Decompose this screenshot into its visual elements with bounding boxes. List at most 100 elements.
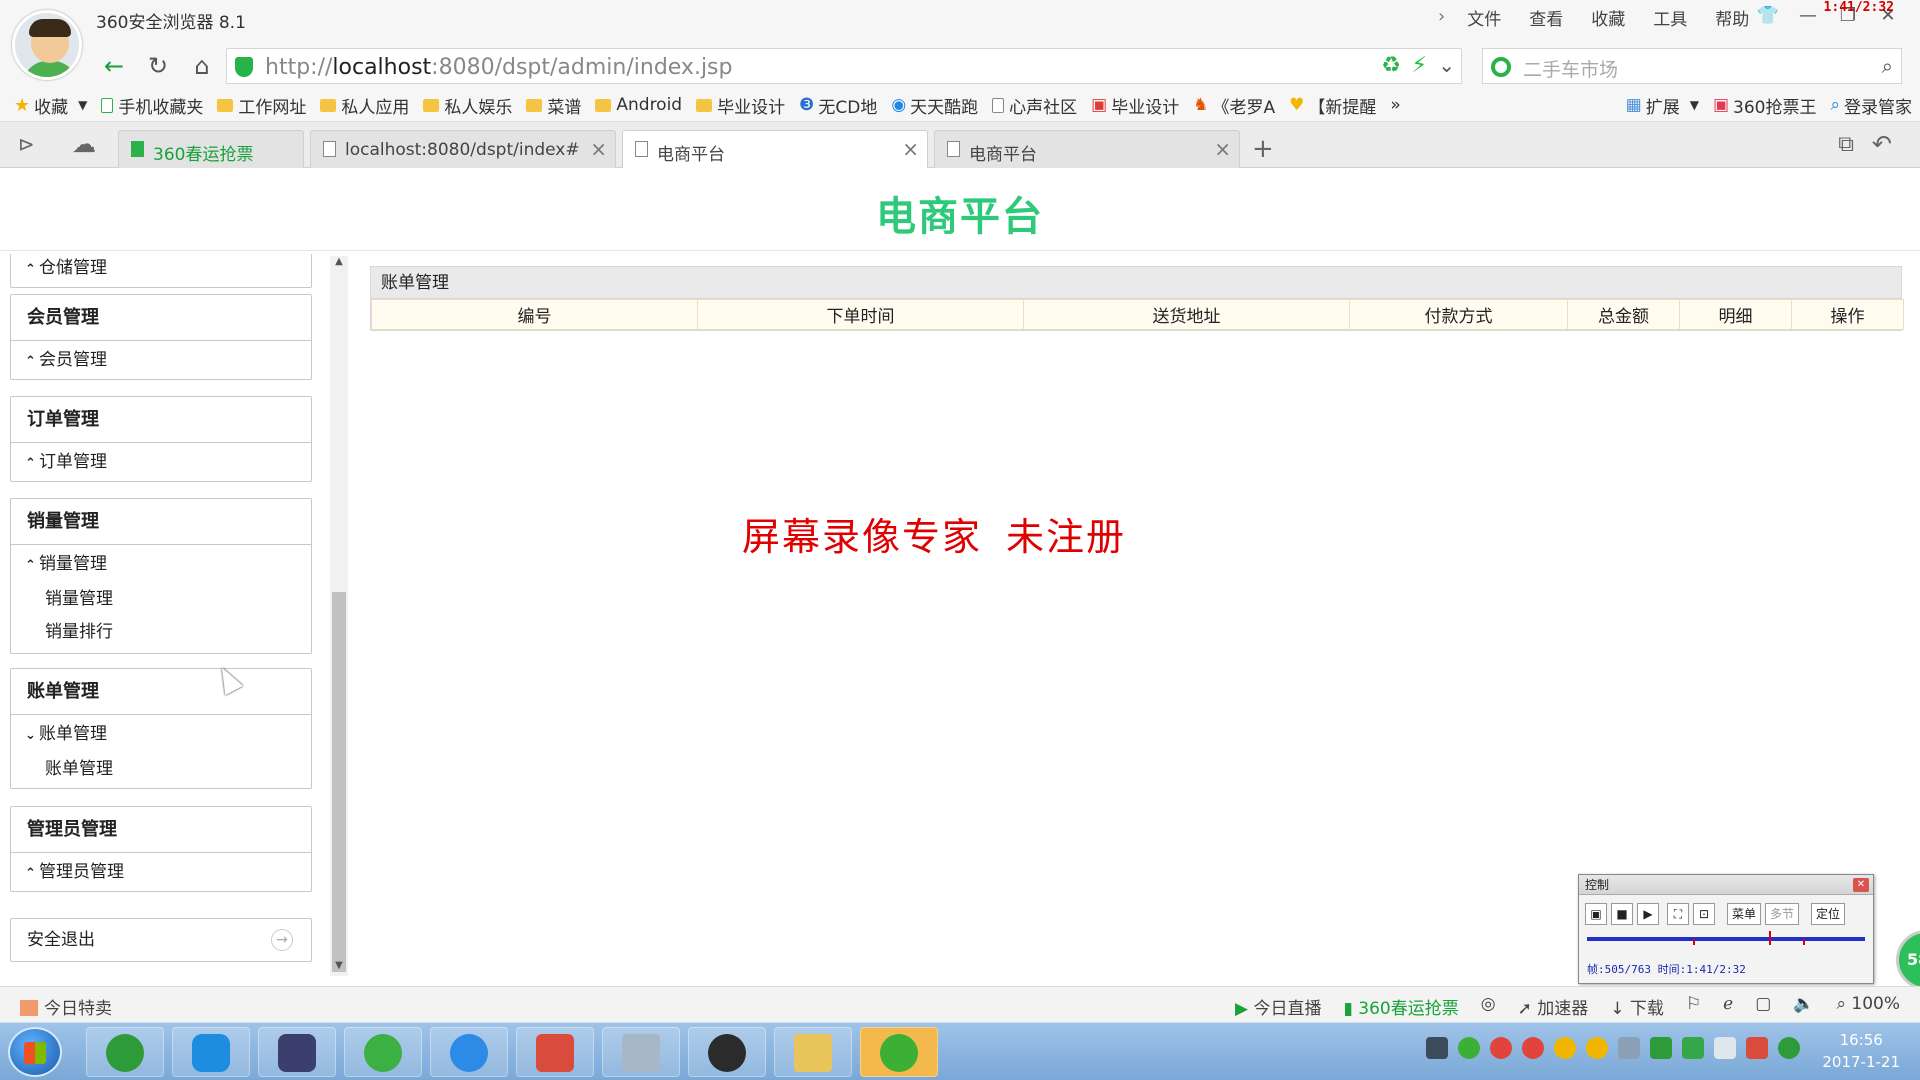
undo-close-icon[interactable]: ↶ — [1872, 130, 1892, 158]
wechat-icon[interactable] — [1458, 1037, 1480, 1059]
search-input[interactable]: 二手车市场 — [1523, 55, 1618, 82]
bookmark-site[interactable]: ◉ 天天酷跑 — [891, 92, 978, 118]
volume-icon[interactable]: 🔈 — [1793, 994, 1814, 1019]
search-icon[interactable]: ⌕ — [1882, 54, 1893, 78]
bookmark-site[interactable]: ▣ 毕业设计 — [1091, 92, 1179, 118]
bookmark-site[interactable]: ❸ 无CD地 — [799, 92, 877, 118]
fullscreen-icon[interactable]: ⛶ — [1667, 903, 1689, 925]
history-icon[interactable]: ◎ — [1481, 994, 1496, 1019]
refresh-icon[interactable]: ↻ — [142, 50, 174, 82]
logout-button[interactable]: 安全退出 → — [10, 918, 312, 962]
tray-icon[interactable] — [1426, 1037, 1448, 1059]
qq-icon[interactable] — [1522, 1037, 1544, 1059]
bookmark-folder[interactable]: 菜谱 — [526, 92, 581, 118]
menu-favorites[interactable]: 收藏 — [1577, 6, 1639, 34]
sidebar-toggle-icon[interactable]: ⊳ — [18, 132, 35, 156]
home-icon[interactable]: ⌂ — [186, 50, 218, 82]
taskbar-app-cloud[interactable] — [172, 1027, 250, 1077]
zoom-control[interactable]: ⌕ 100% — [1836, 994, 1900, 1019]
sidebar-item-storage[interactable]: ⌃ 仓储管理 — [11, 254, 311, 287]
panel-header[interactable]: 账单管理 — [11, 669, 311, 715]
extensions-button[interactable]: ▦ 扩展 ▼ — [1626, 92, 1699, 118]
multi-section-button[interactable]: 多节 — [1765, 903, 1800, 925]
bookmark-folder[interactable]: Android — [595, 92, 682, 118]
locate-button[interactable]: 定位 — [1811, 903, 1846, 925]
bookmark-site[interactable]: ♥ 【新提醒 — [1289, 92, 1376, 118]
new-tab-button[interactable]: + — [1252, 134, 1274, 164]
close-tab-icon[interactable]: × — [590, 137, 607, 161]
scroll-thumb[interactable] — [332, 592, 346, 972]
menu-tools[interactable]: 工具 — [1639, 6, 1701, 34]
play-icon[interactable]: ▣ — [1585, 903, 1607, 925]
taskbar-app-browser[interactable] — [344, 1027, 422, 1077]
window-icon[interactable]: ▢ — [1755, 994, 1771, 1019]
system-clock[interactable]: 16:56 2017-1-21 — [1822, 1029, 1900, 1073]
tab-localhost[interactable]: localhost:8080/dspt/index# × — [310, 130, 616, 168]
taskbar-app-ie[interactable] — [430, 1027, 508, 1077]
live-link[interactable]: ▶ 今日直播 — [1235, 994, 1321, 1019]
panel-header[interactable]: 会员管理 — [11, 295, 311, 341]
bookmark-mobile[interactable]: 手机收藏夹 — [101, 92, 203, 118]
bookmark-folder[interactable]: 私人娱乐 — [423, 92, 512, 118]
minimize-button[interactable]: — — [1788, 2, 1828, 30]
qq-icon[interactable] — [1490, 1037, 1512, 1059]
recycle-icon[interactable]: ♻ — [1381, 53, 1401, 78]
qq-icon[interactable] — [1586, 1037, 1608, 1059]
playhead[interactable] — [1769, 931, 1771, 945]
next-icon[interactable]: ▶ — [1637, 903, 1659, 925]
ie-icon[interactable]: ℯ — [1723, 994, 1733, 1019]
bookmark-page[interactable]: 心声社区 — [992, 92, 1077, 118]
sidebar-item-admins[interactable]: ⌃ 管理员管理 — [11, 853, 311, 891]
login-manager-button[interactable]: ⌕ 登录管家 — [1830, 92, 1912, 118]
close-tab-icon[interactable]: × — [1214, 137, 1231, 161]
panel-header[interactable]: 订单管理 — [11, 397, 311, 443]
taskbar-app-tool[interactable] — [516, 1027, 594, 1077]
menu-file[interactable]: 文件 — [1453, 6, 1515, 34]
tab-ecommerce[interactable]: 电商平台 × — [934, 130, 1240, 168]
stop-icon[interactable]: ■ — [1611, 903, 1633, 925]
skin-icon[interactable]: 👕 — [1748, 2, 1788, 30]
address-bar[interactable]: http://localhost:8080/dspt/admin/index.j… — [226, 48, 1462, 84]
tab-ticket[interactable]: 360春运抢票 — [118, 130, 304, 168]
more-bookmarks-icon[interactable]: » — [1390, 92, 1400, 118]
chevron-right-icon[interactable]: › — [1430, 6, 1453, 34]
taskbar-app-360[interactable] — [86, 1027, 164, 1077]
link-bill-manage[interactable]: 账单管理 — [11, 753, 311, 786]
link-sales-manage[interactable]: 销量管理 — [11, 583, 311, 616]
sidebar-item-bills[interactable]: ⌄ 账单管理 — [11, 715, 311, 753]
bookmark-folder[interactable]: 毕业设计 — [696, 92, 785, 118]
search-engine-icon[interactable] — [1491, 57, 1511, 77]
cloud-icon[interactable]: ☁ — [72, 130, 96, 158]
scroll-up-icon[interactable]: ▲ — [330, 256, 348, 272]
bookmark-folder[interactable]: 私人应用 — [320, 92, 409, 118]
taskbar-app-explorer[interactable] — [774, 1027, 852, 1077]
shield-icon[interactable] — [1682, 1037, 1704, 1059]
ticket-grabber-button[interactable]: ▣ 360抢票王 — [1713, 92, 1817, 118]
tab-ecommerce-active[interactable]: 电商平台 × — [622, 130, 928, 169]
chevron-down-icon[interactable]: ⌄ — [1438, 53, 1455, 77]
start-button[interactable] — [8, 1027, 62, 1077]
menu-view[interactable]: 查看 — [1515, 6, 1577, 34]
menu-button[interactable]: 菜单 — [1727, 903, 1762, 925]
flag-icon[interactable]: ⚐ — [1686, 994, 1701, 1019]
back-icon[interactable]: ← — [98, 50, 130, 82]
volume-mute-icon[interactable] — [1746, 1037, 1768, 1059]
qq-icon[interactable] — [1554, 1037, 1576, 1059]
bookmark-favorites[interactable]: ★ 收藏 ▼ — [14, 92, 87, 118]
link-sales-ranking[interactable]: 销量排行 — [11, 616, 311, 649]
lightning-icon[interactable]: ⚡ — [1412, 53, 1427, 78]
panel-header[interactable]: 管理员管理 — [11, 807, 311, 853]
sidebar-scrollbar[interactable]: ▲ ▼ — [330, 256, 348, 976]
sidebar-item-members[interactable]: ⌃ 会员管理 — [11, 341, 311, 379]
plus-icon[interactable] — [1778, 1037, 1800, 1059]
close-icon[interactable]: ✕ — [1853, 878, 1869, 892]
accelerator-button[interactable]: ➚ 加速器 — [1518, 994, 1589, 1019]
search-box[interactable]: 二手车市场 ⌕ — [1482, 48, 1902, 84]
ticket-link[interactable]: ▮ 360春运抢票 — [1344, 994, 1459, 1019]
taskbar-app-editor[interactable] — [258, 1027, 336, 1077]
network-icon[interactable] — [1618, 1037, 1640, 1059]
close-tab-icon[interactable]: × — [902, 137, 919, 161]
tray-icon[interactable] — [1650, 1037, 1672, 1059]
speed-ball[interactable]: 58 — [1896, 930, 1920, 990]
scroll-down-icon[interactable]: ▼ — [330, 960, 348, 976]
